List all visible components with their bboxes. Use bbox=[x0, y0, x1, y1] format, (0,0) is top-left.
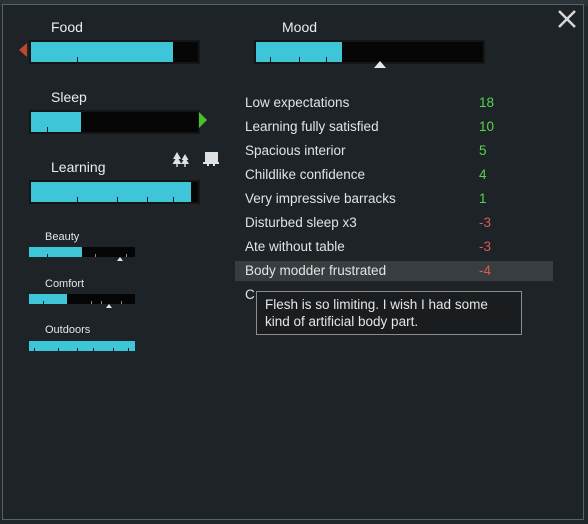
bar-tick bbox=[77, 197, 78, 202]
thought-label: C bbox=[245, 287, 255, 302]
sleep-label: Sleep bbox=[51, 89, 87, 105]
thought-row[interactable]: Learning fully satisfied 10 bbox=[235, 117, 553, 137]
bar-tick bbox=[326, 57, 327, 62]
beauty-bar-fill bbox=[29, 247, 82, 257]
trees-icon[interactable] bbox=[172, 150, 190, 168]
bar-tick bbox=[126, 254, 127, 257]
bar-tick bbox=[101, 301, 102, 304]
bar-tick bbox=[173, 197, 174, 202]
thought-label: Spacious interior bbox=[245, 143, 346, 158]
bar-tick bbox=[77, 57, 78, 62]
thought-row[interactable]: Very impressive barracks 1 bbox=[235, 189, 553, 209]
thought-label: Low expectations bbox=[245, 95, 350, 110]
thought-row[interactable]: Body modder frustrated -4 bbox=[235, 261, 553, 281]
thought-row[interactable]: Spacious interior 5 bbox=[235, 141, 553, 161]
bar-tick bbox=[147, 197, 148, 202]
thought-label: Learning fully satisfied bbox=[245, 119, 379, 134]
thought-mood-value: -3 bbox=[479, 215, 492, 230]
thought-mood-value: 10 bbox=[479, 119, 495, 134]
bar-tick bbox=[34, 348, 35, 351]
thought-label: Very impressive barracks bbox=[245, 191, 396, 206]
beauty-threshold-marker bbox=[117, 257, 123, 261]
thought-mood-value: -4 bbox=[479, 263, 492, 278]
sleep-bar-fill bbox=[31, 112, 82, 132]
close-icon[interactable] bbox=[556, 8, 578, 30]
food-bar[interactable] bbox=[29, 40, 200, 64]
bar-tick bbox=[117, 197, 118, 202]
bar-tick bbox=[95, 254, 96, 257]
tooltip-text: Flesh is so limiting. I wish I had some … bbox=[265, 297, 488, 329]
thought-mood-value: 18 bbox=[479, 95, 495, 110]
sleep-bar[interactable] bbox=[29, 110, 200, 134]
decreasing-arrow-icon bbox=[19, 43, 27, 57]
schedule-icon[interactable] bbox=[202, 151, 220, 167]
bar-tick bbox=[113, 348, 114, 351]
comfort-threshold-marker bbox=[106, 304, 112, 308]
increasing-arrow-icon bbox=[199, 112, 207, 128]
comfort-label: Comfort bbox=[45, 278, 85, 290]
bar-tick bbox=[299, 57, 300, 62]
beauty-label: Beauty bbox=[45, 231, 80, 243]
thought-mood-value: 5 bbox=[479, 143, 487, 158]
thought-mood-value: 1 bbox=[479, 191, 487, 206]
bar-tick bbox=[43, 301, 44, 304]
thought-label: Body modder frustrated bbox=[245, 263, 387, 278]
learning-bar-fill bbox=[31, 182, 192, 202]
outdoors-bar-fill bbox=[29, 341, 135, 351]
bar-tick bbox=[47, 254, 48, 257]
thought-row[interactable]: Disturbed sleep x3 -3 bbox=[235, 213, 553, 233]
outdoors-bar[interactable] bbox=[29, 341, 135, 351]
bar-tick bbox=[77, 348, 78, 351]
bar-tick bbox=[93, 348, 94, 351]
food-label: Food bbox=[51, 19, 83, 35]
thought-label: Childlike confidence bbox=[245, 167, 366, 182]
food-bar-fill bbox=[31, 42, 173, 62]
thought-row[interactable]: Low expectations 18 bbox=[235, 93, 553, 113]
thought-row[interactable]: Childlike confidence 4 bbox=[235, 165, 553, 185]
bar-tick bbox=[121, 301, 122, 304]
bar-tick bbox=[91, 301, 92, 304]
thought-mood-value: 4 bbox=[479, 167, 487, 182]
learning-bar[interactable] bbox=[29, 180, 200, 204]
thought-mood-value: -3 bbox=[479, 239, 492, 254]
mood-threshold-marker bbox=[374, 61, 386, 68]
mood-label: Mood bbox=[282, 19, 318, 35]
comfort-bar-fill bbox=[29, 294, 68, 304]
bar-tick bbox=[128, 348, 129, 351]
thought-tooltip: Flesh is so limiting. I wish I had some … bbox=[256, 291, 522, 335]
thought-row[interactable]: Ate without table -3 bbox=[235, 237, 553, 257]
beauty-bar[interactable] bbox=[29, 247, 135, 257]
bar-tick bbox=[47, 127, 48, 132]
outdoors-label: Outdoors bbox=[45, 324, 91, 336]
bar-tick bbox=[58, 348, 59, 351]
thought-label: Disturbed sleep x3 bbox=[245, 215, 357, 230]
thought-label: Ate without table bbox=[245, 239, 345, 254]
bar-tick bbox=[270, 57, 271, 62]
mood-bar[interactable] bbox=[254, 40, 485, 64]
learning-label: Learning bbox=[51, 159, 106, 175]
comfort-bar[interactable] bbox=[29, 294, 135, 304]
